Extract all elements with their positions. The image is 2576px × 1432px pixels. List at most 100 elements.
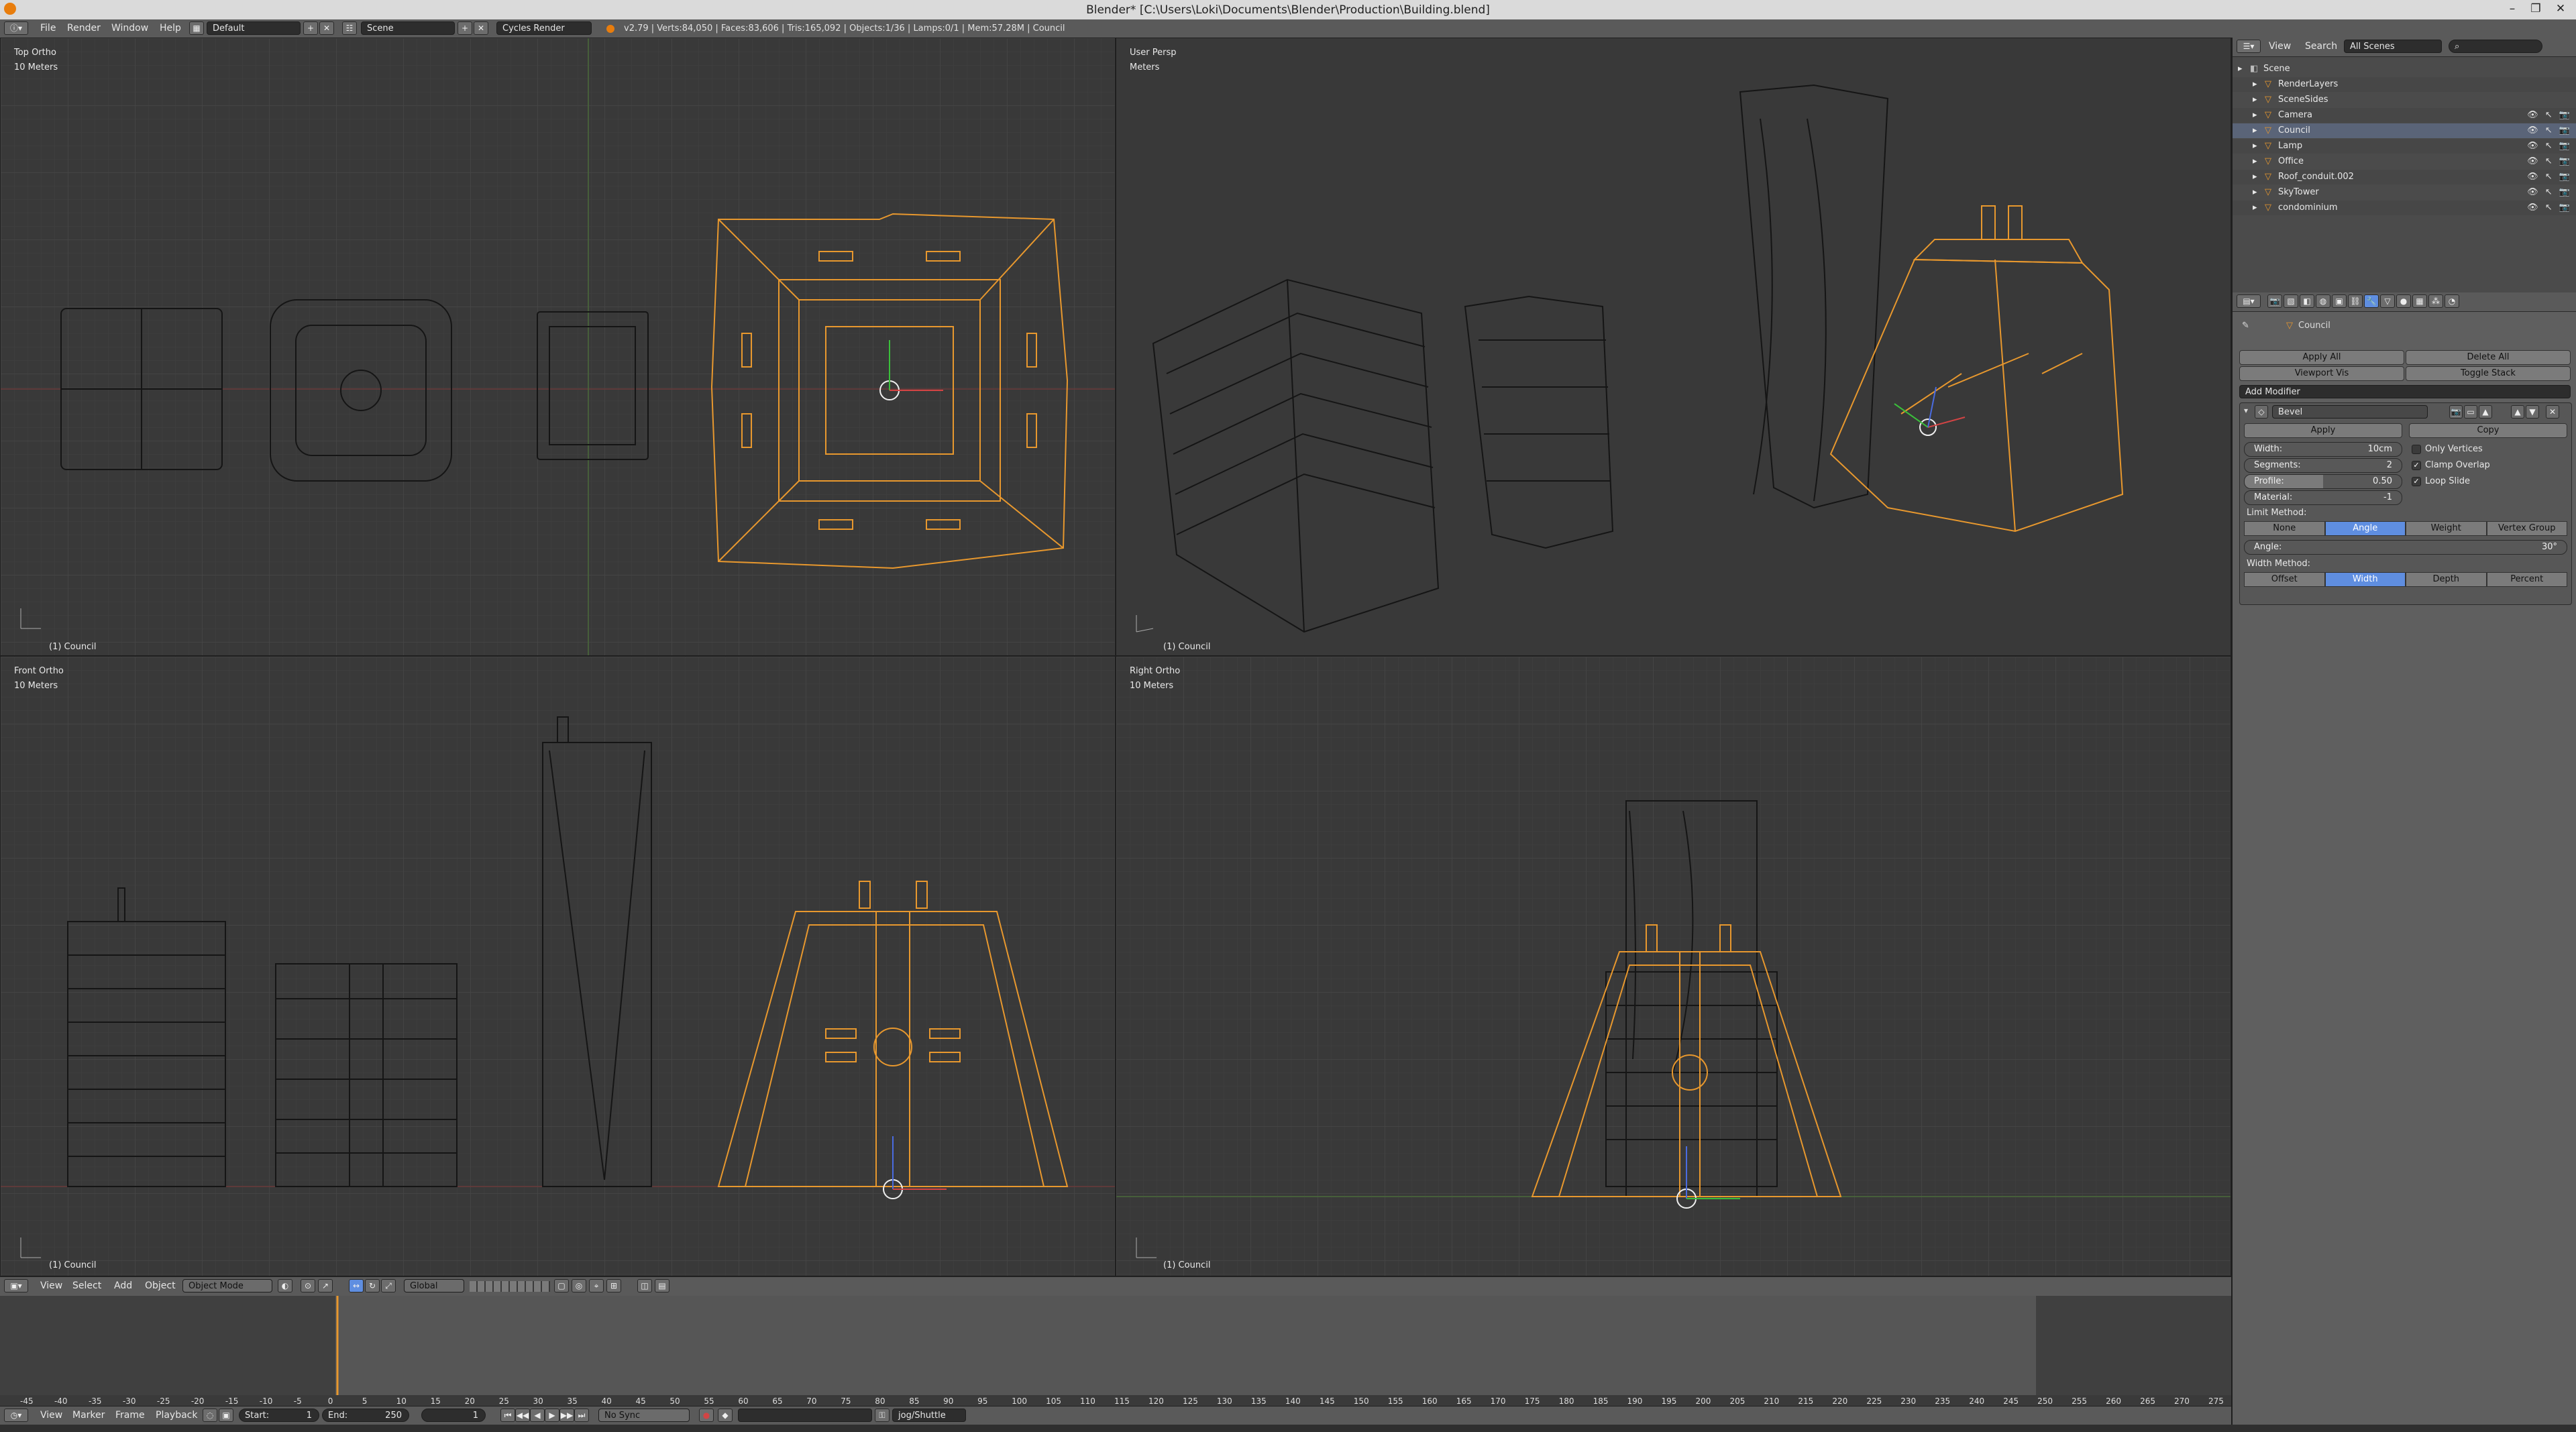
visibility-toggles-icon[interactable]: 👁 ↖ 📷 xyxy=(2527,139,2572,154)
editmode-toggle-icon[interactable]: ▲ xyxy=(2479,405,2492,419)
outliner-search-input[interactable]: ⌕ xyxy=(2449,40,2542,53)
profile-slider[interactable]: Profile: 0.50 xyxy=(2244,474,2402,489)
lock-icon[interactable]: ▣ xyxy=(219,1409,233,1422)
viewport-toggle-icon[interactable]: ▭ xyxy=(2464,405,2477,419)
keying-icon[interactable]: ◆ xyxy=(718,1409,733,1422)
mode-select[interactable]: Object Mode xyxy=(182,1279,272,1292)
limit-method-none-button[interactable]: None xyxy=(2244,521,2325,536)
add-modifier-select[interactable]: Add Modifier xyxy=(2239,385,2571,398)
pin-icon[interactable]: ✎ xyxy=(2242,321,2249,331)
viewport-vis-button[interactable]: Viewport Vis xyxy=(2239,366,2404,381)
particles-tab-icon[interactable]: ⁂ xyxy=(2428,294,2443,308)
outliner-item[interactable]: ▸ ▽ Lamp 👁 ↖ 📷 xyxy=(2233,139,2576,154)
snap-target-icon[interactable]: ⊞ xyxy=(606,1279,621,1292)
transform-orientation-select[interactable]: Global xyxy=(404,1279,464,1292)
world-tab-icon[interactable]: ◍ xyxy=(2316,294,2330,308)
outliner-item[interactable]: ▸ ▽ condominium 👁 ↖ 📷 xyxy=(2233,201,2576,215)
toggle-stack-button[interactable]: Toggle Stack xyxy=(2406,366,2571,381)
layers-grid[interactable] xyxy=(470,1281,550,1292)
material-tab-icon[interactable]: ● xyxy=(2396,294,2411,308)
visibility-toggles-icon[interactable]: 👁 ↖ 📷 xyxy=(2527,154,2572,169)
render-engine-select[interactable]: Cycles Render xyxy=(496,21,592,35)
delete-all-button[interactable]: Delete All xyxy=(2406,350,2571,365)
expand-icon[interactable]: ▸ xyxy=(2253,93,2257,107)
menu-render[interactable]: Render xyxy=(67,23,101,34)
only-vertices-checkbox[interactable] xyxy=(2412,445,2421,454)
angle-field[interactable]: Angle: 30° xyxy=(2244,540,2567,555)
expand-icon[interactable]: ▸ xyxy=(2253,154,2257,169)
close-icon[interactable]: ✕ xyxy=(2551,1,2571,16)
snap-icon[interactable]: ⌖ xyxy=(589,1279,604,1292)
manipulator-toggle-icon[interactable]: ↗ xyxy=(318,1279,333,1292)
data-tab-icon[interactable]: ▽ xyxy=(2380,294,2395,308)
scene-select[interactable]: Scene xyxy=(361,21,455,35)
layout-icon[interactable]: ▦ xyxy=(189,21,204,35)
menu-frame[interactable]: Frame xyxy=(115,1410,145,1421)
render-layers-tab-icon[interactable]: ▧ xyxy=(2284,294,2298,308)
physics-tab-icon[interactable]: ◔ xyxy=(2445,294,2459,308)
texture-tab-icon[interactable]: ▦ xyxy=(2412,294,2427,308)
scale-manipulator-icon[interactable]: ⤢ xyxy=(381,1279,396,1292)
visibility-toggles-icon[interactable]: 👁 ↖ 📷 xyxy=(2527,201,2572,215)
expand-icon[interactable]: ▸ xyxy=(2253,201,2257,215)
remove-modifier-icon[interactable]: ✕ xyxy=(2546,405,2559,419)
modifiers-tab-icon[interactable]: 🔧 xyxy=(2364,294,2379,308)
modifier-name-field[interactable]: Bevel xyxy=(2272,405,2428,419)
lock-layers-icon[interactable]: ▢ xyxy=(554,1279,569,1292)
loop-slide-checkbox[interactable]: ✓ xyxy=(2412,477,2421,486)
maximize-icon[interactable]: ❐ xyxy=(2526,1,2546,16)
limit-method-angle-button[interactable]: Angle xyxy=(2324,521,2406,536)
segments-field[interactable]: Segments: 2 xyxy=(2244,458,2402,473)
insert-keyframe-icon[interactable]: ⚿ xyxy=(875,1409,890,1422)
outliner-item[interactable]: ▸ ▽ RenderLayers xyxy=(2233,77,2576,92)
width-method-width-button[interactable]: Width xyxy=(2324,572,2406,587)
expand-icon[interactable]: ▸ xyxy=(2253,185,2257,200)
expand-icon[interactable]: ▸ xyxy=(2253,108,2257,123)
editor-type-button[interactable]: ◷▾ xyxy=(4,1409,28,1422)
outliner-item[interactable]: ▸ ▽ Council 👁 ↖ 📷 xyxy=(2233,123,2576,138)
width-method-offset-button[interactable]: Offset xyxy=(2244,572,2325,587)
start-frame-field[interactable]: Start: 1 xyxy=(239,1409,319,1422)
apply-button[interactable]: Apply xyxy=(2244,423,2402,438)
constraints-tab-icon[interactable]: ⛓ xyxy=(2348,294,2363,308)
move-up-icon[interactable]: ▲ xyxy=(2511,405,2524,419)
keyset-select[interactable]: jog/Shuttle xyxy=(892,1409,966,1422)
width-field[interactable]: Width: 10cm xyxy=(2244,442,2402,457)
copy-button[interactable]: Copy xyxy=(2409,423,2567,438)
pivot-point-button[interactable]: ⊙ xyxy=(301,1279,315,1292)
menu-marker[interactable]: Marker xyxy=(72,1410,105,1421)
outliner-item[interactable]: ▸ ▽ Office 👁 ↖ 📷 xyxy=(2233,154,2576,169)
play-reverse-icon[interactable]: ◀ xyxy=(530,1409,545,1422)
editor-type-button[interactable]: ⓘ▾ xyxy=(4,21,28,35)
translate-manipulator-icon[interactable]: ↔ xyxy=(349,1279,364,1292)
limit-method-weight-button[interactable]: Weight xyxy=(2406,521,2487,536)
expand-icon[interactable]: ▸ xyxy=(2253,170,2257,184)
menu-view[interactable]: View xyxy=(40,1280,62,1291)
opengl-anim-icon[interactable]: ▤ xyxy=(655,1279,669,1292)
visibility-toggles-icon[interactable]: 👁 ↖ 📷 xyxy=(2527,185,2572,200)
jump-start-icon[interactable]: ⏮ xyxy=(500,1409,515,1422)
visibility-toggles-icon[interactable]: 👁 ↖ 📷 xyxy=(2527,170,2572,184)
material-field[interactable]: Material: -1 xyxy=(2244,490,2402,505)
scene-add-button[interactable]: + xyxy=(458,21,472,35)
rotate-manipulator-icon[interactable]: ↻ xyxy=(365,1279,380,1292)
render-tab-icon[interactable]: 📷 xyxy=(2267,294,2282,308)
proportional-edit-icon[interactable]: ◎ xyxy=(572,1279,586,1292)
limit-method-vertex-group-button[interactable]: Vertex Group xyxy=(2486,521,2567,536)
scene-delete-button[interactable]: ✕ xyxy=(474,21,488,35)
object-tab-icon[interactable]: ▣ xyxy=(2332,294,2347,308)
jump-end-icon[interactable]: ⏭ xyxy=(574,1409,589,1422)
scene-icon[interactable]: ☷ xyxy=(342,21,357,35)
expand-icon[interactable]: ▸ xyxy=(2253,123,2257,138)
outliner-item[interactable]: ▸ ▽ Roof_conduit.002 👁 ↖ 📷 xyxy=(2233,170,2576,184)
timeline[interactable] xyxy=(0,1296,2231,1395)
render-toggle-icon[interactable]: 📷 xyxy=(2449,405,2463,419)
layout-select[interactable]: Default xyxy=(207,21,301,35)
menu-select[interactable]: Select xyxy=(72,1280,101,1291)
editor-type-button[interactable]: ☰▾ xyxy=(2237,40,2261,53)
outliner-item[interactable]: ▸ ▽ SkyTower 👁 ↖ 📷 xyxy=(2233,185,2576,200)
expand-icon[interactable]: ▸ xyxy=(2253,139,2257,154)
visibility-toggles-icon[interactable]: 👁 ↖ 📷 xyxy=(2527,123,2572,138)
editor-type-button[interactable]: ▣▾ xyxy=(4,1279,28,1292)
viewport-right-ortho[interactable]: Right Ortho 10 Meters (1) Council xyxy=(1116,656,2231,1276)
